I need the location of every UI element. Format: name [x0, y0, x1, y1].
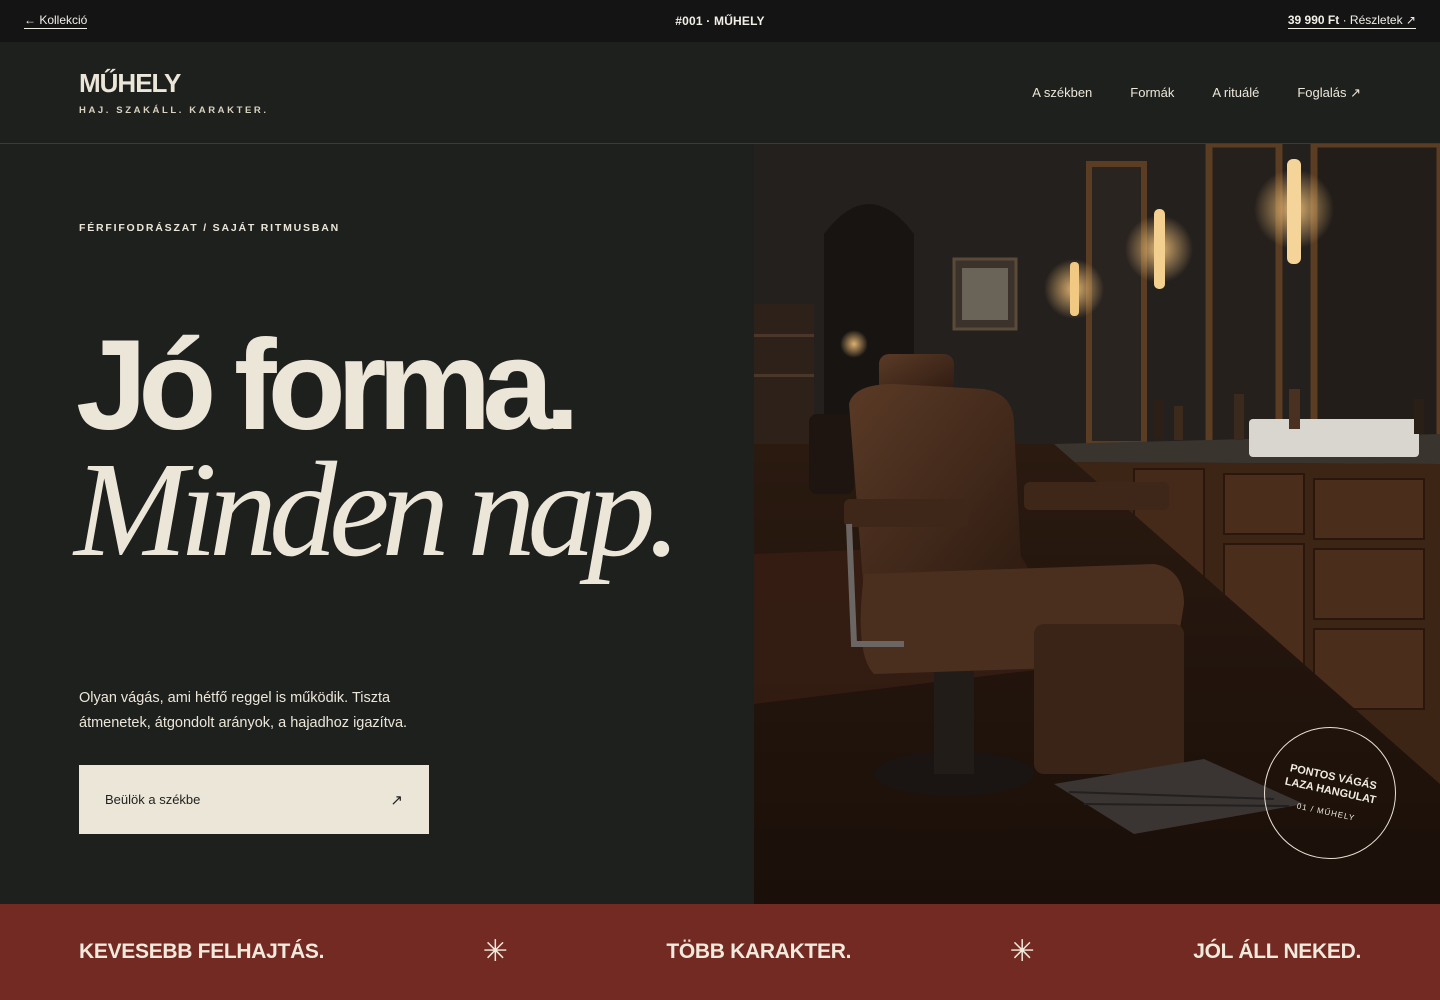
- tagline-band: KEVESEBB FELHAJTÁS. ✳ TÖBB KARAKTER. ✳ J…: [0, 904, 1440, 1000]
- price-value: 39 990 Ft: [1287, 13, 1340, 27]
- product-id-label: #001 · MŰHELY: [675, 14, 765, 28]
- back-to-collection-link[interactable]: ← Kollekció: [24, 13, 88, 29]
- tagline: HAJ. SZAKÁLL. KARAKTER.: [79, 104, 269, 116]
- details-label: · Részletek ↗: [1339, 13, 1416, 27]
- asterisk-icon: ✳: [482, 935, 508, 968]
- band-phrase-1: KEVESEBB FELHAJTÁS.: [79, 940, 325, 963]
- hero-description: Olyan vágás, ami hétfő reggel is működik…: [79, 690, 408, 731]
- nav-item-a-ritual[interactable]: A rituálé: [1212, 85, 1259, 101]
- top-strip: ← Kollekció #001 · MŰHELY 39 990 Ft · Ré…: [0, 0, 1440, 42]
- nav-item-foglalas[interactable]: Foglalás ↗: [1297, 85, 1361, 101]
- barber-chair-photo: PONTOS VÁGÁS LAZA HANGULAT 01 / MŰHELY: [754, 144, 1440, 904]
- price-details-link[interactable]: 39 990 Ft · Részletek ↗: [1287, 13, 1416, 29]
- logo[interactable]: MŰHELY: [79, 70, 269, 96]
- site-header: MŰHELY HAJ. SZAKÁLL. KARAKTER. A székben…: [0, 42, 1440, 144]
- badge-line3: 01 / MŰHELY: [1296, 801, 1356, 823]
- arrow-up-right-icon: ↗: [390, 791, 403, 809]
- nav-item-a-szekben[interactable]: A székben: [1032, 85, 1092, 101]
- nav-item-formak[interactable]: Formák: [1130, 85, 1174, 101]
- band-phrase-2: TÖBB KARAKTER.: [666, 940, 852, 963]
- hero-eyebrow: FÉRFIFODRÁSZAT / SAJÁT RITMUSBAN: [79, 222, 340, 234]
- main-nav: A székben Formák A rituálé Foglalás ↗: [1032, 85, 1361, 101]
- book-chair-label: Beülök a székbe: [105, 792, 201, 807]
- book-chair-button[interactable]: Beülök a székbe ↗: [79, 765, 429, 834]
- hero-headline-line2: Minden nap.: [74, 435, 681, 585]
- asterisk-icon: ✳: [1009, 935, 1035, 968]
- brand[interactable]: MŰHELY HAJ. SZAKÁLL. KARAKTER.: [79, 70, 269, 116]
- hero-headline-line1: Jó forma.: [76, 314, 580, 457]
- hero-text: FÉRFIFODRÁSZAT / SAJÁT RITMUSBAN Jó form…: [0, 144, 754, 904]
- band-phrase-3: JÓL ÁLL NEKED.: [1193, 940, 1361, 963]
